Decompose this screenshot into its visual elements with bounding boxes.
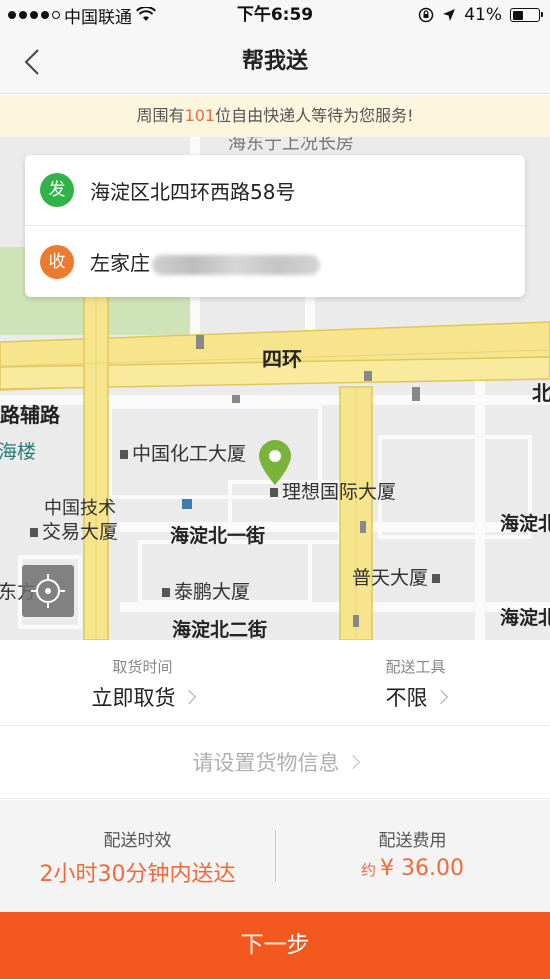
battery-icon (510, 8, 543, 22)
pickup-time-label: 取货时间 (112, 658, 173, 676)
goods-info-button[interactable]: 请设置货物信息 (0, 727, 550, 799)
map-label-bei: 北 (532, 381, 550, 405)
courier-notice: 周围有101位自由快递人等待为您服务! (0, 95, 550, 137)
receiver-address-text: 左家庄 (90, 251, 150, 275)
poi-taipeng[interactable]: 泰鹏大厦 (162, 577, 250, 604)
poi-taipeng-label: 泰鹏大厦 (174, 581, 251, 603)
locate-button[interactable] (22, 565, 74, 617)
fee-approx: 约 (361, 861, 377, 879)
receiver-address-row[interactable]: 收 左家庄 (25, 226, 525, 297)
poi-huagong[interactable]: 中国化工大厦 (120, 439, 246, 466)
chevron-right-icon (345, 754, 360, 770)
notice-suffix: 位自由快递人等待为您服务! (215, 106, 414, 125)
pickup-time-value-wrap: 立即取货 (5, 682, 280, 712)
delivery-tool-value-wrap: 不限 (278, 682, 550, 712)
delivery-options: 取货时间 立即取货 配送工具 不限 (0, 640, 550, 726)
delivery-time-label: 配送时效 (103, 831, 172, 851)
crosshair-icon (31, 574, 65, 608)
pickup-time-value: 立即取货 (91, 686, 176, 710)
poi-putian-label: 普天大厦 (352, 567, 429, 589)
status-bar: 中国联通 下午6:59 41% (0, 0, 550, 30)
poi-jishu[interactable]: 交易大厦 (30, 517, 118, 544)
battery-percent: 41% (464, 5, 502, 25)
chevron-right-icon (181, 689, 196, 705)
delivery-fee-label: 配送费用 (378, 831, 447, 851)
map-label-hailou: 海楼 (0, 441, 37, 463)
status-right: 41% (418, 0, 543, 30)
location-pin-icon[interactable] (257, 439, 293, 487)
goods-info-label: 请设置货物信息 (192, 751, 340, 775)
delivery-time-summary: 配送时效 2小时30分钟内送达 (0, 800, 275, 912)
map-label-4th-ring: 四环 (262, 347, 302, 371)
location-arrow-icon (443, 9, 456, 21)
map-label-beierjie: 海淀北二街 (172, 619, 268, 640)
sender-address: 海淀区北四环西路58号 (90, 179, 296, 204)
delivery-fee-value: ¥ 36.00 (380, 856, 464, 881)
address-card: 发 海淀区北四环西路58号 收 左家庄 (25, 155, 525, 297)
map-label-haidian-bei-1: 海淀北 (500, 513, 550, 535)
map-label-beiyijie: 海淀北一街 (170, 525, 266, 547)
rotation-lock-icon (418, 7, 434, 23)
poi-putian[interactable]: 普天大厦 (352, 563, 444, 590)
courier-count: 101 (184, 106, 216, 125)
notice-prefix: 周围有 (136, 106, 185, 125)
chevron-right-icon (433, 689, 448, 705)
map-label-haidian-bei-2: 海淀北 (500, 607, 550, 629)
poi-jishu-label: 交易大厦 (42, 521, 119, 543)
delivery-fee-wrap: 约 ¥ 36.00 (275, 856, 550, 881)
sender-badge: 发 (40, 173, 74, 207)
poi-lixiang-label: 理想国际大厦 (282, 481, 397, 503)
delivery-tool-value: 不限 (385, 686, 428, 710)
nav-bar: 帮我送 (0, 30, 550, 94)
delivery-fee-summary: 配送费用 约 ¥ 36.00 (275, 800, 550, 912)
next-step-button[interactable]: 下一步 (0, 912, 550, 979)
page-title: 帮我送 (241, 49, 308, 74)
delivery-tool-label: 配送工具 (385, 658, 446, 676)
sender-address-row[interactable]: 发 海淀区北四环西路58号 (25, 155, 525, 226)
pickup-time-option[interactable]: 取货时间 立即取货 (5, 640, 280, 726)
map-label-top: 海东亍上况长房 (228, 137, 354, 154)
delivery-tool-option[interactable]: 配送工具 不限 (278, 640, 550, 726)
blurred-address-detail (152, 254, 320, 275)
receiver-badge: 收 (40, 244, 74, 279)
map-label-side-road: 路辅路 (0, 403, 60, 427)
poi-huagong-label: 中国化工大厦 (132, 443, 247, 465)
delivery-summary: 配送时效 2小时30分钟内送达 配送费用 约 ¥ 36.00 (0, 800, 550, 912)
receiver-address: 左家庄 (90, 247, 320, 276)
delivery-time-value: 2小时30分钟内送达 (39, 862, 236, 887)
